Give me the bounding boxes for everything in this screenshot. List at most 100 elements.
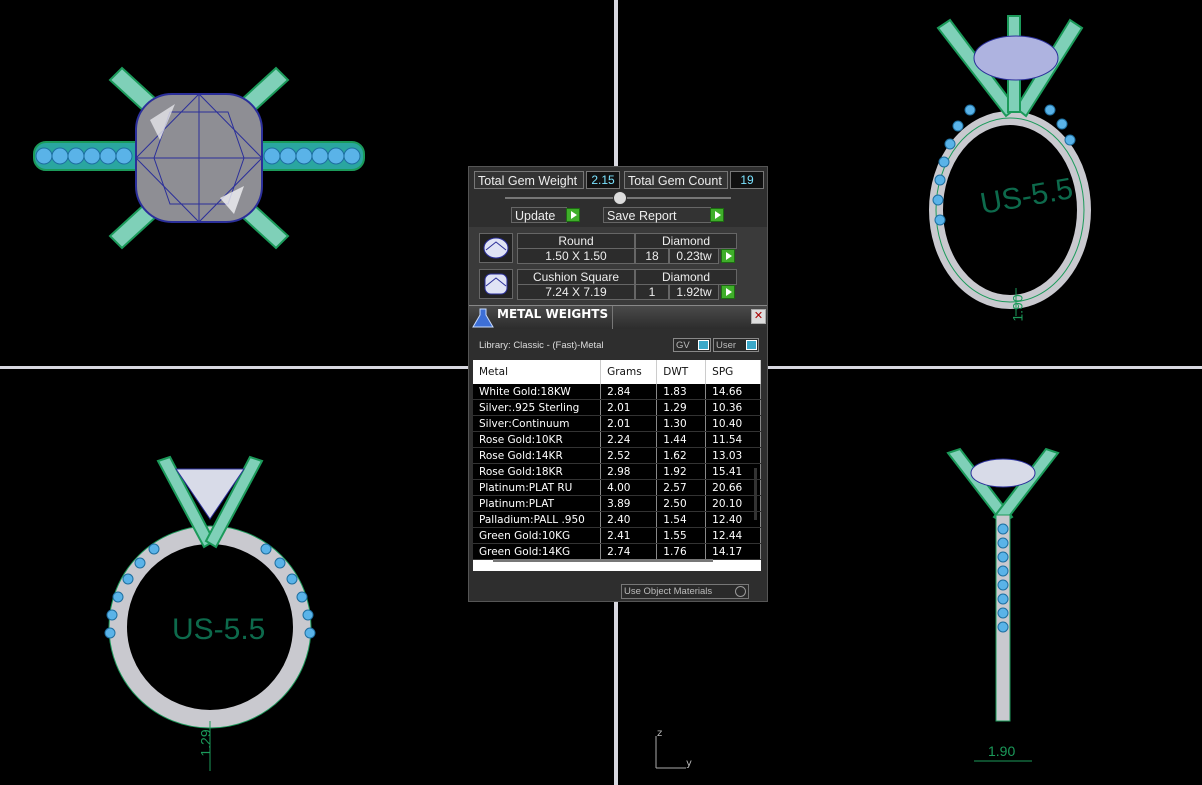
grams-cell: 2.52 xyxy=(600,447,658,464)
horizontal-scrollbar[interactable] xyxy=(493,559,713,562)
metal-cell: Platinum:PLAT xyxy=(473,495,602,512)
dwt-cell: 1.83 xyxy=(656,384,707,400)
spg-cell: 10.40 xyxy=(705,415,761,432)
grams-cell: 2.98 xyxy=(600,463,658,480)
gem-material: Diamond xyxy=(635,233,737,249)
ring-size-label: US-5.5 xyxy=(172,613,266,646)
gem-play-icon[interactable] xyxy=(721,285,735,299)
metal-cell: Rose Gold:10KR xyxy=(473,431,602,448)
metal-cell: Green Gold:14KG xyxy=(473,543,602,560)
gem-weight: 1.92tw xyxy=(669,284,719,300)
column-header-spg[interactable]: SPG xyxy=(705,360,761,384)
table-row[interactable]: Silver:Continuum 2.01 1.30 10.40 xyxy=(473,415,761,432)
dwt-cell: 1.55 xyxy=(656,527,707,544)
axis-z-label: z xyxy=(657,728,663,739)
gem-material: Diamond xyxy=(635,269,737,285)
grams-cell: 2.84 xyxy=(600,384,658,400)
spg-cell: 14.66 xyxy=(705,384,761,400)
table-row[interactable]: Green Gold:14KG 2.74 1.76 14.17 xyxy=(473,543,761,560)
grams-cell: 4.00 xyxy=(600,479,658,496)
table-row[interactable]: Rose Gold:18KR 2.98 1.92 15.41 xyxy=(473,463,761,480)
update-button[interactable]: Update xyxy=(511,207,567,223)
dwt-cell: 1.76 xyxy=(656,543,707,560)
metal-cell: Rose Gold:14KR xyxy=(473,447,602,464)
table-row[interactable]: Green Gold:10KG 2.41 1.55 12.44 xyxy=(473,527,761,544)
total-gem-count-value: 19 xyxy=(730,171,764,189)
metal-weights-title: METAL WEIGHTS xyxy=(497,307,609,321)
table-row[interactable]: Platinum:PLAT 3.89 2.50 20.10 xyxy=(473,495,761,512)
table-row[interactable]: Rose Gold:10KR 2.24 1.44 11.54 xyxy=(473,431,761,448)
table-row[interactable]: Palladium:PALL .950 2.40 1.54 12.40 xyxy=(473,511,761,528)
gv-toggle[interactable]: GV xyxy=(673,338,711,352)
gem-size: 7.24 X 7.19 xyxy=(517,284,635,300)
gv-toggle-indicator xyxy=(698,340,709,350)
gem-shape: Round xyxy=(517,233,635,249)
dwt-cell: 1.62 xyxy=(656,447,707,464)
metal-cell: Palladium:PALL .950 xyxy=(473,511,602,528)
gem-weight: 0.23tw xyxy=(669,248,719,264)
spg-cell: 14.17 xyxy=(705,543,761,560)
grams-cell: 3.89 xyxy=(600,495,658,512)
gem-report-panel[interactable]: Total Gem Weight 2.15 Total Gem Count 19… xyxy=(468,166,768,602)
save-report-play-icon[interactable] xyxy=(710,208,724,222)
spg-cell: 11.54 xyxy=(705,431,761,448)
grams-cell: 2.24 xyxy=(600,431,658,448)
spg-cell: 13.03 xyxy=(705,447,761,464)
dwt-cell: 2.57 xyxy=(656,479,707,496)
spg-cell: 12.40 xyxy=(705,511,761,528)
close-icon[interactable]: ✕ xyxy=(751,309,766,324)
gem-size: 1.50 X 1.50 xyxy=(517,248,635,264)
dwt-cell: 1.44 xyxy=(656,431,707,448)
spg-cell: 12.44 xyxy=(705,527,761,544)
spg-cell: 15.41 xyxy=(705,463,761,480)
radio-icon xyxy=(735,586,746,597)
update-play-icon[interactable] xyxy=(566,208,580,222)
gem-play-icon[interactable] xyxy=(721,249,735,263)
spg-cell: 10.36 xyxy=(705,399,761,416)
grams-cell: 2.40 xyxy=(600,511,658,528)
use-object-materials-toggle[interactable]: Use Object Materials xyxy=(621,584,749,599)
metal-cell: Rose Gold:18KR xyxy=(473,463,602,480)
grams-cell: 2.41 xyxy=(600,527,658,544)
gem-slider-knob[interactable] xyxy=(613,191,627,205)
axis-indicator: z y xyxy=(652,728,698,780)
round-gem-icon xyxy=(479,233,513,263)
metal-weights-body: Library: Classic - (Fast)-Metal GV User … xyxy=(469,329,767,601)
gem-row[interactable]: Round Diamond 1.50 X 1.50 18 0.23tw xyxy=(473,231,763,265)
table-row[interactable]: Rose Gold:14KR 2.52 1.62 13.03 xyxy=(473,447,761,464)
grams-cell: 2.74 xyxy=(600,543,658,560)
dwt-cell: 1.29 xyxy=(656,399,707,416)
table-row[interactable]: White Gold:18KW 2.84 1.83 14.66 xyxy=(473,384,761,400)
vertical-scrollbar[interactable] xyxy=(754,468,757,520)
column-header-grams[interactable]: Grams xyxy=(600,360,658,384)
spg-cell: 20.66 xyxy=(705,479,761,496)
dwt-cell: 1.30 xyxy=(656,415,707,432)
grams-cell: 2.01 xyxy=(600,415,658,432)
use-object-materials-label: Use Object Materials xyxy=(624,586,713,597)
user-toggle[interactable]: User xyxy=(713,338,759,352)
dwt-cell: 1.54 xyxy=(656,511,707,528)
dimension-label: 1.29 xyxy=(197,729,214,757)
save-report-button[interactable]: Save Report xyxy=(603,207,711,223)
library-label: Library: Classic - (Fast)-Metal xyxy=(479,340,604,351)
column-header-metal[interactable]: Metal xyxy=(473,360,602,384)
dimension-label: 1.90 xyxy=(988,743,1016,759)
gv-toggle-label: GV xyxy=(676,340,690,351)
metal-cell: Platinum:PLAT RU xyxy=(473,479,602,496)
table-row[interactable]: Silver:.925 Sterling 2.01 1.29 10.36 xyxy=(473,399,761,416)
user-toggle-label: User xyxy=(716,340,737,351)
metal-weights-header[interactable]: METAL WEIGHTS ✕ xyxy=(469,305,767,330)
gem-count: 1 xyxy=(635,284,669,300)
total-gem-weight-label: Total Gem Weight xyxy=(474,171,584,189)
tab-separator xyxy=(612,306,613,330)
flask-icon xyxy=(472,308,494,328)
table-row[interactable]: Platinum:PLAT RU 4.00 2.57 20.66 xyxy=(473,479,761,496)
metal-weights-table[interactable]: Metal Grams DWT SPG White Gold:18KW 2.84 1… xyxy=(473,360,761,571)
gem-row[interactable]: Cushion Square Diamond 7.24 X 7.19 1 1.9… xyxy=(473,267,763,301)
metal-cell: Green Gold:10KG xyxy=(473,527,602,544)
cushion-gem-icon xyxy=(479,269,513,299)
gem-count: 18 xyxy=(635,248,669,264)
metal-cell: White Gold:18KW xyxy=(473,384,602,400)
dwt-cell: 1.92 xyxy=(656,463,707,480)
column-header-dwt[interactable]: DWT xyxy=(656,360,707,384)
